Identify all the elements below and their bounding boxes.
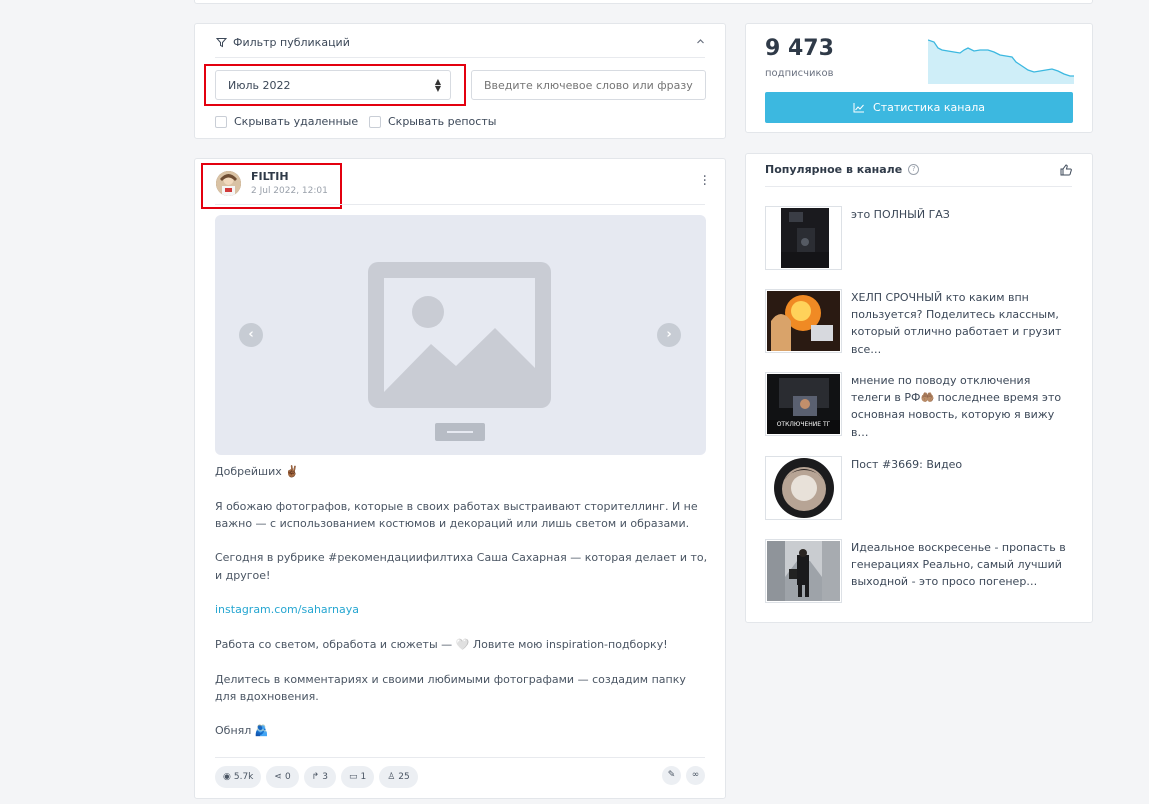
filter-header[interactable]: Фильтр публикаций — [216, 36, 350, 49]
post-link[interactable]: instagram.com/saharnaya — [215, 601, 710, 618]
thumbs-up-icon[interactable] — [1060, 164, 1072, 179]
views-pill[interactable]: ◉ 5.7k — [215, 766, 262, 788]
subscribers-label: подписчиков — [765, 68, 834, 79]
popular-item[interactable]: Идеальное воскресенье - пропасть в генер… — [765, 539, 1075, 603]
popular-item-text: это ПОЛНЫЙ ГАЗ — [851, 208, 950, 221]
post-paragraph: Сегодня в рубрике #рекомендациифилтиха С… — [215, 551, 708, 582]
comments-icon: ▭ — [348, 772, 358, 782]
eye-icon: ◉ — [223, 772, 231, 782]
carousel-prev-button[interactable]: ‹ — [239, 323, 263, 347]
hide-reposts-checkbox[interactable]: Скрывать репосты — [369, 115, 496, 128]
divider — [215, 204, 705, 205]
divider — [215, 757, 705, 758]
post-text: Добрейших ✌🏾 Я обожаю фотографов, которы… — [215, 463, 710, 757]
hide-reposts-label: Скрывать репосты — [388, 115, 497, 128]
keyword-search-input[interactable] — [471, 70, 706, 100]
popular-thumbnail[interactable] — [765, 289, 842, 353]
popular-title: Популярное в канале — [765, 163, 903, 176]
edit-icon[interactable]: ✎ — [662, 766, 681, 785]
hide-deleted-checkbox[interactable]: Скрывать удаленные — [215, 115, 358, 128]
subscribers-sparkline — [928, 39, 1074, 84]
popular-item-text: мнение по поводу отключения телеги в РФ🤲… — [851, 374, 1062, 439]
help-icon[interactable]: ? — [908, 164, 920, 175]
comments-count: 1 — [360, 772, 367, 782]
checkbox-box[interactable] — [369, 115, 381, 128]
comments-pill[interactable]: ▭ 1 — [340, 766, 375, 788]
divider — [765, 186, 1072, 187]
thumbs-up-icon: ♙ — [387, 772, 396, 782]
post-paragraph: Добрейших ✌🏾 — [215, 465, 299, 478]
popular-item-text: Пост #3669: Видео — [851, 458, 963, 471]
post-stats: ◉ 5.7k ⋖ 0 ↱ 3 ▭ 1 ♙ 25 — [215, 766, 418, 788]
top-strip — [194, 0, 1093, 4]
hide-deleted-label: Скрывать удаленные — [234, 115, 359, 128]
thumbnail-caption: ОТКЛЮЧЕНИЕ ТГ — [776, 421, 831, 428]
reposts-pill[interactable]: ↱ 3 — [303, 766, 336, 788]
popular-item[interactable]: ОТКЛЮЧЕНИЕ ТГ мнение по поводу отключени… — [765, 372, 1075, 439]
likes-count: 25 — [398, 772, 410, 782]
likes-pill[interactable]: ♙ 25 — [379, 766, 418, 788]
carousel-next-button[interactable]: › — [657, 323, 681, 347]
subscribers-card: 9 473 подписчиков Статистика канала — [745, 23, 1093, 133]
popular-item-text: ХЕЛП СРОЧНЫЙ кто каким впн пользуется? П… — [851, 291, 1062, 356]
channel-stats-label: Статистика канала — [873, 101, 985, 114]
highlight-box-month — [204, 64, 466, 106]
popular-thumbnail[interactable]: ОТКЛЮЧЕНИЕ ТГ — [765, 372, 842, 436]
popular-item[interactable]: это ПОЛНЫЙ ГАЗ — [765, 206, 1075, 270]
subscribers-count: 9 473 — [765, 36, 834, 61]
post-paragraph: Обнял 🫂 — [215, 724, 269, 738]
post-card: FILTIH 2 Jul 2022, 12:01 · · · ‹ › Добрейш… — [194, 158, 726, 799]
popular-thumbnail[interactable] — [765, 456, 842, 520]
popular-thumbnail[interactable] — [765, 539, 842, 603]
popular-item-text: Идеальное воскресенье - пропасть в генер… — [851, 541, 1066, 589]
more-menu-icon[interactable]: · · · — [703, 170, 707, 192]
popular-item[interactable]: ХЕЛП СРОЧНЫЙ кто каким впн пользуется? П… — [765, 289, 1075, 356]
share-icon: ⋖ — [274, 772, 282, 782]
highlight-box-author — [201, 163, 342, 209]
divider — [215, 57, 705, 58]
reposts-count: 3 — [322, 772, 328, 782]
popular-thumbnail[interactable] — [765, 206, 842, 270]
channel-stats-button[interactable]: Статистика канала — [765, 92, 1073, 123]
filter-panel: Фильтр публикаций Июль 2022 ▲▼ Скрывать … — [194, 23, 726, 139]
chevron-up-icon[interactable] — [696, 36, 705, 49]
filter-title: Фильтр публикаций — [233, 36, 350, 49]
post-paragraph: Делитесь в комментариях и своими любимым… — [215, 672, 686, 703]
link-icon[interactable]: ∞ — [686, 766, 705, 785]
views-count: 5.7k — [233, 772, 254, 782]
post-actions: ✎ ∞ — [662, 766, 705, 785]
popular-item[interactable]: Пост #3669: Видео — [765, 456, 1075, 520]
shares-pill[interactable]: ⋖ 0 — [266, 766, 299, 788]
shares-count: 0 — [284, 772, 291, 782]
carousel-indicator[interactable] — [435, 423, 485, 441]
chart-line-icon — [853, 102, 865, 112]
repost-icon: ↱ — [311, 772, 320, 782]
post-paragraph: Работа со светом, обработа и сюжеты — 🤍 … — [215, 637, 668, 651]
popular-panel: Популярное в канале ? это ПОЛНЫЙ ГАЗ ХЕЛ… — [745, 153, 1093, 623]
post-paragraph: Я обожаю фотографов, которые в своих раб… — [215, 499, 698, 530]
checkbox-box[interactable] — [215, 115, 227, 128]
media-carousel[interactable]: ‹ › — [215, 215, 706, 455]
popular-header: Популярное в канале ? — [765, 163, 920, 176]
image-placeholder-icon — [368, 262, 551, 408]
filter-icon — [216, 38, 227, 48]
